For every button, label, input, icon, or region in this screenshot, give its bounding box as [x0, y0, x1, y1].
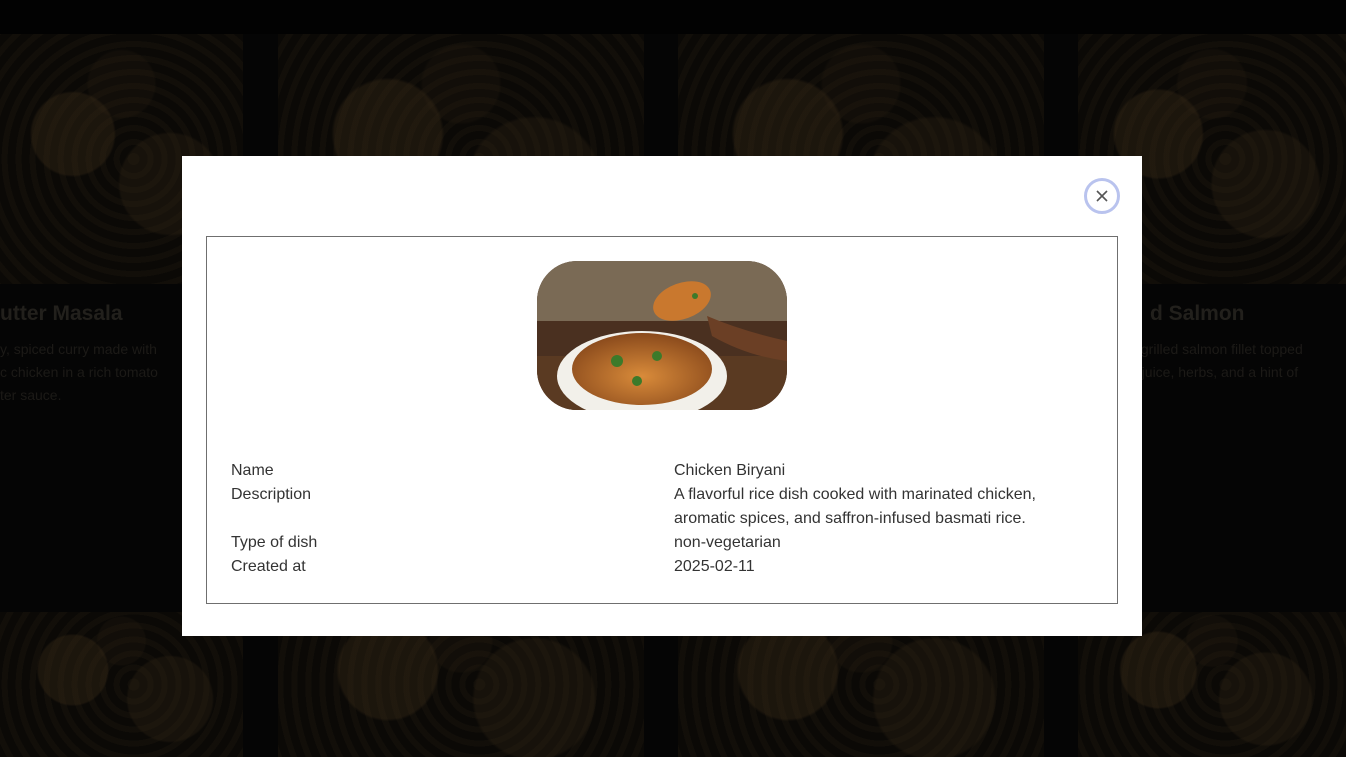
- detail-row-name: Name Chicken Biryani: [231, 459, 1101, 483]
- field-label: Description: [231, 486, 312, 503]
- field-label: Type of dish: [231, 534, 318, 551]
- close-icon: [1096, 190, 1108, 202]
- field-label: Created at: [231, 558, 306, 575]
- field-value: A flavorful rice dish cooked with marina…: [674, 486, 1036, 527]
- field-value: Chicken Biryani: [674, 462, 786, 479]
- field-value: non-vegetarian: [674, 534, 781, 551]
- dish-details: Name Chicken Biryani Description A flavo…: [231, 459, 1101, 579]
- dish-image: [537, 261, 787, 410]
- close-button[interactable]: [1084, 178, 1120, 214]
- detail-row-type: Type of dish non-vegetarian: [231, 531, 1101, 555]
- field-value: 2025-02-11: [674, 558, 755, 575]
- modal-overlay: Name Chicken Biryani Description A flavo…: [0, 0, 1346, 757]
- field-label: Name: [231, 462, 274, 479]
- detail-row-description: Description A flavorful rice dish cooked…: [231, 483, 1101, 531]
- dish-details-modal: Name Chicken Biryani Description A flavo…: [182, 156, 1142, 636]
- detail-row-created: Created at 2025-02-11: [231, 555, 1101, 579]
- details-panel: Name Chicken Biryani Description A flavo…: [206, 236, 1118, 604]
